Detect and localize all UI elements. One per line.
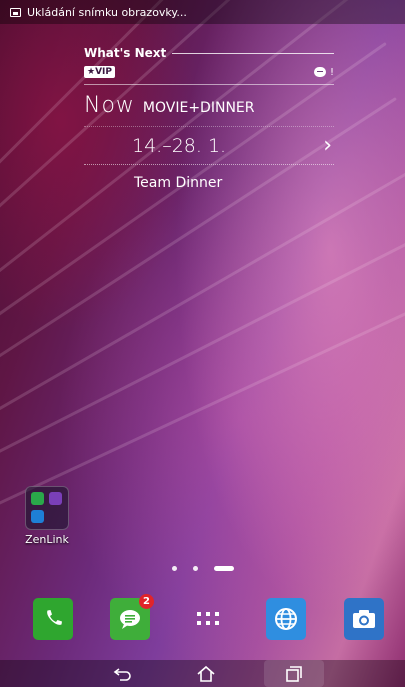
zenlink-app-icon-2	[49, 492, 62, 505]
zenlink-app-icon-3	[31, 510, 44, 523]
navigation-bar	[0, 660, 405, 687]
event-title[interactable]: Team Dinner	[134, 175, 334, 191]
header-divider	[172, 52, 334, 54]
globe-icon	[275, 608, 297, 630]
messages-app[interactable]: 2	[110, 594, 154, 640]
message-icon[interactable]	[313, 67, 326, 77]
phone-icon	[47, 610, 62, 625]
camera-app[interactable]	[344, 598, 384, 640]
event-date-row[interactable]: 14.–28. 1. ›	[84, 126, 334, 165]
home-icon	[197, 665, 215, 682]
page-dot-1	[171, 566, 177, 571]
page-dot-2	[192, 566, 198, 571]
screenshot-icon	[10, 7, 21, 17]
all-apps-button[interactable]	[188, 598, 228, 640]
zenlink-folder[interactable]: ZenLink	[25, 486, 69, 546]
page-dot-current	[213, 566, 234, 571]
recent-apps-button[interactable]	[264, 660, 324, 687]
unread-marker: !	[329, 66, 334, 78]
now-label: Now	[84, 93, 135, 118]
browser-app[interactable]	[266, 598, 306, 640]
back-icon	[113, 667, 131, 681]
widget-divider	[84, 84, 334, 85]
folder-label: ZenLink	[25, 533, 69, 546]
phone-app[interactable]	[33, 598, 73, 640]
status-notification-text: Ukládání snímku obrazovky...	[27, 5, 187, 19]
event-category: MOVIE+DINNER	[142, 100, 255, 116]
app-grid-icon	[197, 612, 219, 625]
status-bar[interactable]: Ukládání snímku obrazovky...	[0, 0, 405, 24]
chat-bubble-icon	[120, 610, 140, 629]
event-date-range: 14.–28. 1.	[132, 134, 227, 157]
whats-next-widget[interactable]: What's Next ★VIP ! Now MOVIE+DINNER 14.–…	[84, 46, 334, 191]
unread-count-badge: 2	[139, 594, 154, 609]
chevron-right-icon[interactable]: ›	[323, 133, 332, 158]
recent-apps-icon	[286, 665, 302, 682]
home-button[interactable]	[176, 660, 236, 687]
folder-icon[interactable]	[25, 486, 69, 530]
camera-icon	[353, 610, 375, 628]
zenlink-app-icon-1	[31, 492, 44, 505]
page-indicator	[0, 566, 405, 571]
app-dock: 2	[0, 594, 405, 642]
widget-header: What's Next	[84, 46, 167, 60]
vip-badge[interactable]: ★VIP	[84, 66, 115, 78]
back-button[interactable]	[93, 660, 153, 687]
